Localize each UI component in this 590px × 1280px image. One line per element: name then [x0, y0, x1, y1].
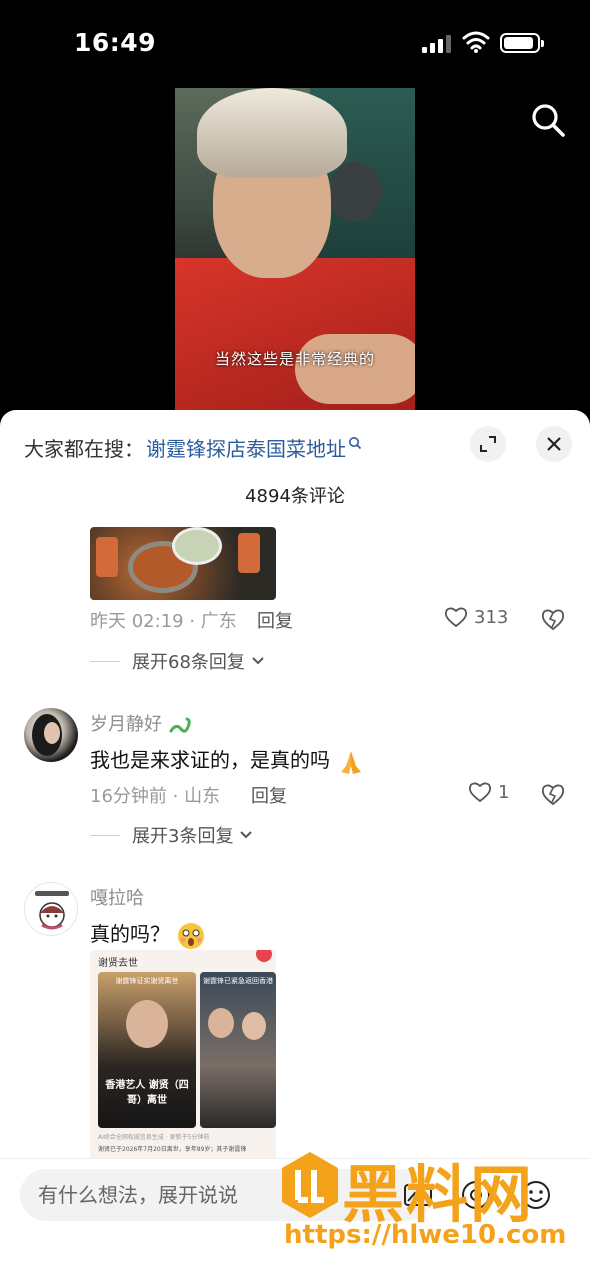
- like-count: 313: [474, 606, 509, 628]
- comment-text: 我也是来求证的，是真的吗: [90, 744, 366, 776]
- expand-replies[interactable]: 展开68条回复: [90, 648, 265, 674]
- news-card-caption: 香港艺人 谢贤（四哥）离世: [105, 1080, 189, 1106]
- video-player[interactable]: 当然这些是非常经典的: [175, 88, 415, 410]
- like-button[interactable]: 313: [444, 606, 508, 628]
- chevron-down-icon: [240, 831, 253, 839]
- comment-image[interactable]: 谢贤去世 谢霆锋证实谢贤离世 香港艺人 谢贤（四哥）离世 谢霆锋已紧急返回香港 …: [90, 950, 276, 1160]
- expand-sheet-button[interactable]: [470, 426, 506, 462]
- expand-replies-label: 展开68条回复: [132, 652, 245, 673]
- search-suggestion-link[interactable]: 谢霆锋探店泰国菜地址: [146, 433, 346, 462]
- expand-replies[interactable]: 展开3条回复: [90, 822, 253, 848]
- expand-icon: [480, 436, 496, 452]
- heart-icon: [468, 782, 492, 803]
- news-card: 谢霆锋证实谢贤离世 香港艺人 谢贤（四哥）离世: [98, 972, 196, 1128]
- surprised-emoji-icon: [178, 922, 205, 949]
- heart-icon: [444, 607, 468, 628]
- pray-emoji-icon: [341, 750, 362, 774]
- video-subtitle: 当然这些是非常经典的: [214, 350, 375, 368]
- comment-text: 真的吗？: [90, 918, 206, 951]
- status-bar: 16:49: [0, 0, 590, 88]
- status-time: 16:49: [74, 28, 157, 57]
- avatar[interactable]: [24, 708, 78, 762]
- dislike-icon[interactable]: [540, 606, 566, 632]
- watermark: 黑料网 https://hlwe10.com: [278, 1150, 578, 1260]
- chevron-down-icon: [252, 657, 264, 665]
- comment-username[interactable]: 岁月静好: [90, 710, 192, 736]
- expand-replies-label: 展开3条回复: [132, 826, 234, 847]
- watermark-logo-icon: [282, 1152, 338, 1218]
- cartoon-avatar-icon: [35, 891, 69, 930]
- small-search-icon: [349, 437, 362, 450]
- like-count: 1: [498, 781, 510, 803]
- comment-username[interactable]: 嘎拉哈: [90, 884, 144, 910]
- comment-count: 4894条评论: [245, 486, 345, 507]
- battery-icon: [500, 33, 544, 53]
- wifi-icon: [462, 31, 490, 53]
- comment-time-location: 16分钟前 · 山东: [90, 786, 221, 807]
- search-suggestion[interactable]: 大家都在搜： 谢霆锋探店泰国菜地址: [24, 430, 362, 464]
- reply-button[interactable]: 回复: [251, 782, 287, 808]
- like-button[interactable]: 1: [468, 781, 509, 803]
- avatar[interactable]: [24, 882, 78, 936]
- dislike-icon[interactable]: [540, 781, 566, 807]
- watermark-url: https://hlwe10.com: [284, 1220, 567, 1250]
- reply-button[interactable]: 回复: [257, 607, 293, 633]
- close-icon: [547, 437, 561, 451]
- comment-image[interactable]: [90, 527, 276, 600]
- signal-icon: [422, 33, 452, 53]
- news-image-title: 谢贤去世: [98, 958, 138, 969]
- comment-time-location: 昨天 02:19 · 广东: [90, 611, 237, 632]
- search-icon[interactable]: [530, 102, 566, 138]
- snake-emoji-icon: [169, 717, 191, 733]
- close-button[interactable]: [536, 426, 572, 462]
- search-suggestion-prefix: 大家都在搜：: [24, 436, 144, 461]
- news-card: 谢霆锋已紧急返回香港: [200, 972, 276, 1128]
